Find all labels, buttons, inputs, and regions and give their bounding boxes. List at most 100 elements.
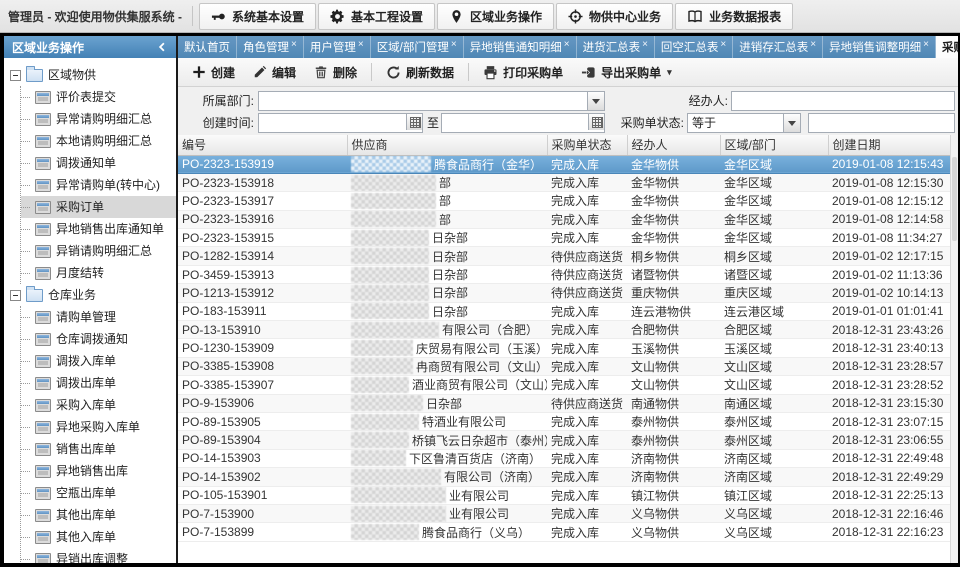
table-row[interactable]: PO-1213-153912日杂部待供应商送货重庆物供重庆区域2019-01-0…: [178, 284, 950, 302]
operator-input[interactable]: [731, 91, 955, 111]
created-to-input[interactable]: [441, 113, 605, 133]
table-row[interactable]: PO-3459-153913日杂部待供应商送货诸暨物供诸暨区域2019-01-0…: [178, 265, 950, 283]
orders-grid: 编号供应商采购单状态经办人区域/部门创建日期 PO-2323-153919腾食品…: [178, 135, 958, 563]
table-row[interactable]: PO-1230-153909庆贸易有限公司（玉溪）完成入库玉溪物供玉溪区域201…: [178, 339, 950, 357]
tab-close-icon[interactable]: ×: [564, 39, 570, 50]
tab-异地销售通知明细[interactable]: 异地销售通知明细×: [464, 36, 577, 58]
tab-异地销售调整明细[interactable]: 异地销售调整明细×: [823, 36, 936, 58]
tree-item-月度结转[interactable]: 月度结转: [21, 262, 176, 284]
tab-进货汇总表[interactable]: 进货汇总表×: [577, 36, 655, 58]
table-row[interactable]: PO-7-153900业有限公司完成入库义乌物供义乌区域2018-12-31 2…: [178, 504, 950, 522]
tab-close-icon[interactable]: ×: [451, 39, 457, 50]
tree-item-异地销售出库通知单[interactable]: 异地销售出库通知单: [21, 218, 176, 240]
menu-button-系统基本设置[interactable]: 系统基本设置: [199, 3, 316, 30]
table-row[interactable]: PO-183-153911日杂部完成入库连云港物供连云港区域2019-01-01…: [178, 302, 950, 320]
tree-connector: [21, 537, 30, 538]
menu-button-物供中心业务[interactable]: 物供中心业务: [556, 3, 673, 30]
vertical-scrollbar[interactable]: [950, 135, 958, 563]
tree-expander-icon[interactable]: [10, 70, 21, 81]
table-row[interactable]: PO-105-153901业有限公司完成入库镇江物供镇江区域2018-12-31…: [178, 486, 950, 504]
toolbar-button-导出采购单[interactable]: 导出采购单▾: [573, 60, 680, 84]
column-header-编号[interactable]: 编号: [178, 135, 347, 155]
tab-close-icon[interactable]: ×: [810, 39, 816, 50]
tab-close-icon[interactable]: ×: [923, 39, 929, 50]
printer-icon: [483, 65, 498, 80]
tab-用户管理[interactable]: 用户管理×: [304, 36, 371, 58]
table-row[interactable]: PO-89-153905特酒业有限公司完成入库泰州物供泰州区域2018-12-3…: [178, 412, 950, 430]
department-select[interactable]: [258, 91, 605, 111]
tab-close-icon[interactable]: ×: [358, 39, 364, 50]
created-from-field[interactable]: [258, 113, 423, 133]
table-row[interactable]: PO-9-153906日杂部待供应商送货南通物供南通区域2018-12-31 2…: [178, 394, 950, 412]
tree-item-评价表提交[interactable]: 评价表提交: [21, 86, 176, 108]
table-row[interactable]: PO-14-153903下区鲁清百货店（济南）完成入库济南物供济南区域2018-…: [178, 449, 950, 467]
tab-采购订单[interactable]: 采购订单×: [936, 36, 958, 58]
tree-folder-区域物供[interactable]: 区域物供: [10, 64, 176, 86]
tab-close-icon[interactable]: ×: [642, 39, 648, 50]
column-header-供应商[interactable]: 供应商: [347, 135, 547, 155]
table-row[interactable]: PO-1282-153914日杂部待供应商送货桐乡物供桐乡区域2019-01-0…: [178, 247, 950, 265]
tab-进销存汇总表[interactable]: 进销存汇总表×: [733, 36, 823, 58]
tree-item-仓库调拨通知[interactable]: 仓库调拨通知: [21, 328, 176, 350]
tree-item-采购入库单[interactable]: 采购入库单: [21, 394, 176, 416]
table-row[interactable]: PO-7-153899腾食品商行（义乌）完成入库义乌物供义乌区域2018-12-…: [178, 523, 950, 541]
tree-expander-icon[interactable]: [10, 290, 21, 301]
tab-close-icon[interactable]: ×: [720, 39, 726, 50]
tree-item-本地请购明细汇总[interactable]: 本地请购明细汇总: [21, 130, 176, 152]
tree-item-调拨通知单[interactable]: 调拨通知单: [21, 152, 176, 174]
tree-item-调拨入库单[interactable]: 调拨入库单: [21, 350, 176, 372]
calendar-icon[interactable]: [588, 114, 604, 130]
sidebar: 区域业务操作 区域物供评价表提交异常请购明细汇总本地请购明细汇总调拨通知单异常请…: [4, 36, 178, 563]
table-row[interactable]: PO-3385-153907酒业商贸有限公司（文山）完成入库文山物供文山区域20…: [178, 376, 950, 394]
table-row[interactable]: PO-2323-153915日杂部完成入库金华物供金华区域2019-01-08 …: [178, 229, 950, 247]
tab-角色管理[interactable]: 角色管理×: [237, 36, 304, 58]
tree-folder-仓库业务[interactable]: 仓库业务: [10, 284, 176, 306]
tree-item-异销出库调整[interactable]: 异销出库调整: [21, 548, 176, 563]
table-row[interactable]: PO-3385-153908冉商贸有限公司（文山）完成入库文山物供文山区域201…: [178, 357, 950, 375]
tree-item-空瓶出库单[interactable]: 空瓶出库单: [21, 482, 176, 504]
tree-item-异地销售出库[interactable]: 异地销售出库: [21, 460, 176, 482]
tree-item-异常请购单(转中心)[interactable]: 异常请购单(转中心): [21, 174, 176, 196]
cell-operator: 玉溪物供: [627, 339, 720, 357]
tree-item-其他入库单[interactable]: 其他入库单: [21, 526, 176, 548]
tree-item-其他出库单[interactable]: 其他出库单: [21, 504, 176, 526]
menu-button-区域业务操作[interactable]: 区域业务操作: [437, 3, 554, 30]
column-header-创建日期[interactable]: 创建日期: [828, 135, 950, 155]
tree-item-异常请购明细汇总[interactable]: 异常请购明细汇总: [21, 108, 176, 130]
status-operator-select[interactable]: 等于: [687, 113, 801, 133]
tree-item-销售出库单[interactable]: 销售出库单: [21, 438, 176, 460]
table-row[interactable]: PO-2323-153916部完成入库金华物供金华区域2019-01-08 12…: [178, 210, 950, 228]
table-row[interactable]: PO-14-153902有限公司（济南）完成入库济南物供济南区域2018-12-…: [178, 468, 950, 486]
table-row[interactable]: PO-13-153910有限公司（合肥）完成入库合肥物供合肥区域2018-12-…: [178, 321, 950, 339]
toolbar-button-打印采购单[interactable]: 打印采购单: [475, 60, 571, 84]
column-header-采购单状态[interactable]: 采购单状态: [547, 135, 627, 155]
toolbar-button-编辑[interactable]: 编辑: [245, 60, 304, 84]
toolbar-button-创建[interactable]: 创建: [184, 60, 243, 84]
created-from-input[interactable]: [258, 113, 423, 133]
tree-item-异地采购入库单[interactable]: 异地采购入库单: [21, 416, 176, 438]
toolbar-button-刷新数据[interactable]: 刷新数据: [378, 60, 462, 84]
calendar-icon[interactable]: [406, 114, 422, 130]
table-row[interactable]: PO-89-153904桥镇飞云日杂超市（泰州）完成入库泰州物供泰州区域2018…: [178, 431, 950, 449]
menu-button-业务数据报表[interactable]: 业务数据报表: [675, 3, 793, 30]
tab-close-icon[interactable]: ×: [291, 39, 297, 50]
scrollbar-thumb[interactable]: [952, 157, 957, 241]
tree-item-异销请购明细汇总[interactable]: 异销请购明细汇总: [21, 240, 176, 262]
created-to-field[interactable]: [441, 113, 605, 133]
tab-区域/部门管理[interactable]: 区域/部门管理×: [371, 36, 464, 58]
status-value-input[interactable]: [808, 113, 955, 133]
table-row[interactable]: PO-2323-153917部完成入库金华物供金华区域2019-01-08 12…: [178, 192, 950, 210]
table-row[interactable]: PO-2323-153918部完成入库金华物供金华区域2019-01-08 12…: [178, 173, 950, 191]
sidebar-collapse-button[interactable]: [156, 41, 168, 53]
toolbar-button-删除[interactable]: 删除: [306, 60, 365, 84]
tab-回空汇总表[interactable]: 回空汇总表×: [655, 36, 733, 58]
column-header-经办人[interactable]: 经办人: [627, 135, 720, 155]
table-row[interactable]: PO-2323-153919腾食品商行（金华）完成入库金华物供金华区域2019-…: [178, 155, 950, 173]
tree-item-请购单管理[interactable]: 请购单管理: [21, 306, 176, 328]
cell-operator: 桐乡物供: [627, 247, 720, 265]
tree-item-采购订单[interactable]: 采购订单: [21, 196, 176, 218]
column-header-区域/部门[interactable]: 区域/部门: [720, 135, 828, 155]
tree-item-调拨出库单[interactable]: 调拨出库单: [21, 372, 176, 394]
tab-默认首页[interactable]: 默认首页: [178, 36, 237, 58]
menu-button-基本工程设置[interactable]: 基本工程设置: [318, 3, 435, 30]
